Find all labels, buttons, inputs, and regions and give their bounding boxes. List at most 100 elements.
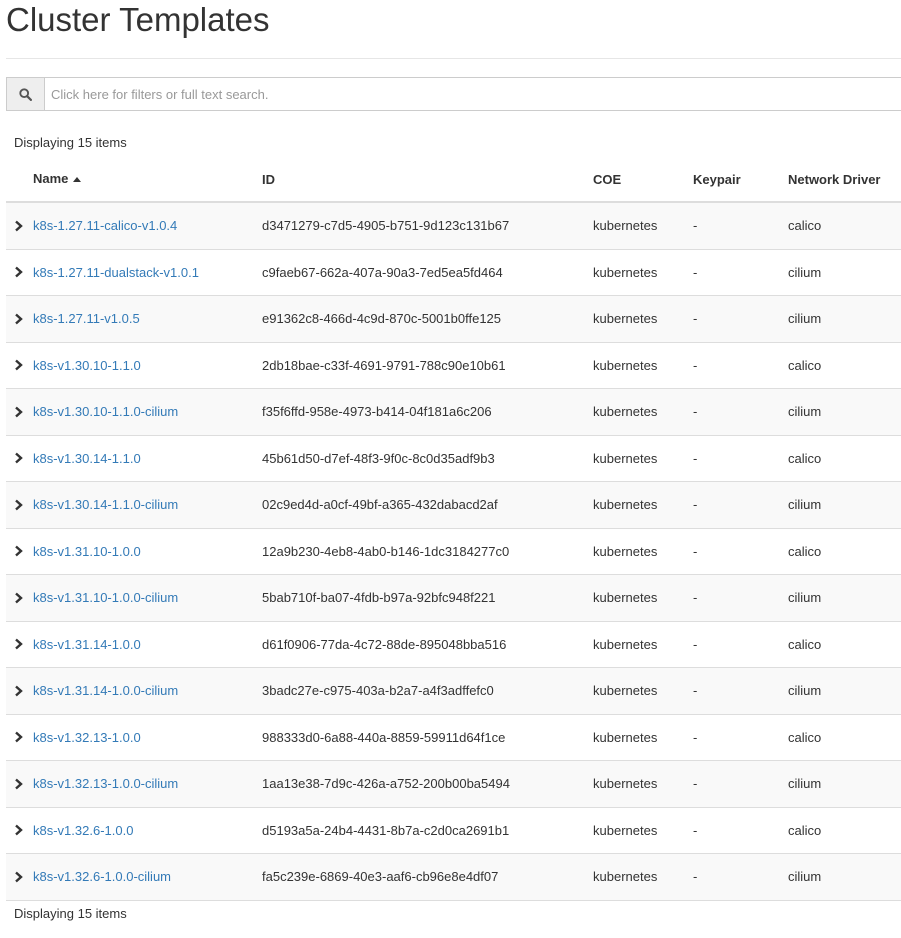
table-row: k8s-v1.32.6-1.0.0 d5193a5a-24b4-4431-8b7a… — [6, 807, 901, 854]
template-name-link[interactable]: k8s-v1.32.13-1.0.0-cilium — [33, 776, 178, 791]
name-cell: k8s-1.27.11-v1.0.5 — [33, 295, 262, 343]
expander-cell — [6, 853, 33, 901]
id-cell: 12a9b230-4eb8-4ab0-b146-1dc3184277c0 — [262, 528, 593, 575]
network-driver-cell: calico — [788, 621, 901, 668]
chevron-right-icon[interactable] — [6, 632, 30, 656]
table-row: k8s-v1.31.10-1.0.0-cilium 5bab710f-ba07-4… — [6, 574, 901, 622]
search-button[interactable] — [7, 78, 45, 110]
chevron-right-icon[interactable] — [6, 539, 30, 563]
id-cell: 45b61d50-d7ef-48f3-9f0c-8c0d35adf9b3 — [262, 435, 593, 482]
expander-cell — [6, 342, 33, 389]
expander-cell — [6, 760, 33, 808]
name-cell: k8s-v1.32.13-1.0.0-cilium — [33, 760, 262, 808]
coe-cell: kubernetes — [593, 202, 693, 250]
table-row: k8s-v1.32.6-1.0.0-cilium fa5c239e-6869-40… — [6, 853, 901, 901]
chevron-right-icon[interactable] — [6, 679, 30, 703]
column-header-coe[interactable]: COE — [593, 157, 693, 203]
template-name-link[interactable]: k8s-v1.30.10-1.1.0 — [33, 358, 141, 373]
column-header-keypair[interactable]: Keypair — [693, 157, 788, 203]
network-driver-cell: cilium — [788, 574, 901, 622]
chevron-right-icon[interactable] — [6, 865, 30, 889]
chevron-right-icon[interactable] — [6, 353, 30, 377]
expander-cell — [6, 621, 33, 668]
column-header-name[interactable]: Name — [33, 157, 262, 203]
expander-cell — [6, 528, 33, 575]
template-name-link[interactable]: k8s-v1.32.6-1.0.0 — [33, 823, 133, 838]
template-name-link[interactable]: k8s-v1.31.14-1.0.0 — [33, 637, 141, 652]
keypair-cell: - — [693, 667, 788, 715]
search-input[interactable] — [45, 78, 901, 110]
name-cell: k8s-v1.32.13-1.0.0 — [33, 714, 262, 761]
name-cell: k8s-v1.31.10-1.0.0 — [33, 528, 262, 575]
name-cell: k8s-v1.31.10-1.0.0-cilium — [33, 574, 262, 622]
table-row: k8s-v1.31.10-1.0.0 12a9b230-4eb8-4ab0-b14… — [6, 528, 901, 575]
template-name-link[interactable]: k8s-v1.32.13-1.0.0 — [33, 730, 141, 745]
network-driver-cell: calico — [788, 435, 901, 482]
table-row: k8s-v1.30.10-1.1.0 2db18bae-c33f-4691-979… — [6, 342, 901, 389]
expander-cell — [6, 574, 33, 622]
column-header-network-driver[interactable]: Network Driver — [788, 157, 901, 203]
table-row: k8s-v1.31.14-1.0.0 d61f0906-77da-4c72-88d… — [6, 621, 901, 668]
template-name-link[interactable]: k8s-v1.30.10-1.1.0-cilium — [33, 404, 178, 419]
chevron-right-icon[interactable] — [6, 725, 30, 749]
expander-cell — [6, 714, 33, 761]
id-cell: 3badc27e-c975-403a-b2a7-a4f3adffefc0 — [262, 667, 593, 715]
template-name-link[interactable]: k8s-1.27.11-dualstack-v1.0.1 — [33, 265, 199, 280]
table-row: k8s-1.27.11-v1.0.5 e91362c8-466d-4c9d-870… — [6, 295, 901, 343]
id-cell: 5bab710f-ba07-4fdb-b97a-92bfc948f221 — [262, 574, 593, 622]
id-cell: d3471279-c7d5-4905-b751-9d123c131b67 — [262, 202, 593, 250]
table-row: k8s-v1.30.14-1.1.0 45b61d50-d7ef-48f3-9f0… — [6, 435, 901, 482]
chevron-right-icon[interactable] — [6, 586, 30, 610]
table-row: k8s-v1.32.13-1.0.0 988333d0-6a88-440a-885… — [6, 714, 901, 761]
chevron-right-icon[interactable] — [6, 772, 30, 796]
keypair-cell: - — [693, 435, 788, 482]
id-cell: fa5c239e-6869-40e3-aaf6-cb96e8e4df07 — [262, 853, 593, 901]
chevron-right-icon[interactable] — [6, 214, 30, 238]
table-row: k8s-v1.30.10-1.1.0-cilium f35f6ffd-958e-4… — [6, 388, 901, 436]
keypair-cell: - — [693, 714, 788, 761]
chevron-right-icon[interactable] — [6, 307, 30, 331]
chevron-right-icon[interactable] — [6, 493, 30, 517]
expander-cell — [6, 202, 33, 250]
coe-cell: kubernetes — [593, 388, 693, 436]
keypair-cell: - — [693, 853, 788, 901]
network-driver-cell: cilium — [788, 760, 901, 808]
table-row: k8s-v1.30.14-1.1.0-cilium 02c9ed4d-a0cf-4… — [6, 481, 901, 529]
expander-cell — [6, 667, 33, 715]
keypair-cell: - — [693, 388, 788, 436]
chevron-right-icon[interactable] — [6, 446, 30, 470]
name-cell: k8s-v1.30.10-1.1.0-cilium — [33, 388, 262, 436]
keypair-cell: - — [693, 574, 788, 622]
template-name-link[interactable]: k8s-1.27.11-v1.0.5 — [33, 311, 140, 326]
coe-cell: kubernetes — [593, 574, 693, 622]
network-driver-cell: calico — [788, 807, 901, 854]
network-driver-cell: cilium — [788, 667, 901, 715]
coe-cell: kubernetes — [593, 807, 693, 854]
network-driver-cell: cilium — [788, 481, 901, 529]
search-icon — [19, 87, 32, 101]
network-driver-cell: cilium — [788, 295, 901, 343]
coe-cell: kubernetes — [593, 528, 693, 575]
expander-cell — [6, 249, 33, 296]
name-cell: k8s-1.27.11-dualstack-v1.0.1 — [33, 249, 262, 296]
template-name-link[interactable]: k8s-v1.31.10-1.0.0-cilium — [33, 590, 178, 605]
chevron-right-icon[interactable] — [6, 260, 30, 284]
coe-cell: kubernetes — [593, 714, 693, 761]
coe-cell: kubernetes — [593, 435, 693, 482]
keypair-cell: - — [693, 621, 788, 668]
template-name-link[interactable]: k8s-v1.31.14-1.0.0-cilium — [33, 683, 178, 698]
chevron-right-icon[interactable] — [6, 818, 30, 842]
expander-cell — [6, 435, 33, 482]
keypair-cell: - — [693, 249, 788, 296]
network-driver-cell: cilium — [788, 853, 901, 901]
cluster-templates-table: Name ID COE Keypair Network Driver k8s-1… — [6, 157, 901, 901]
template-name-link[interactable]: k8s-v1.31.10-1.0.0 — [33, 544, 141, 559]
chevron-right-icon[interactable] — [6, 400, 30, 424]
id-cell: 2db18bae-c33f-4691-9791-788c90e10b61 — [262, 342, 593, 389]
template-name-link[interactable]: k8s-v1.30.14-1.1.0-cilium — [33, 497, 178, 512]
column-header-id[interactable]: ID — [262, 157, 593, 203]
template-name-link[interactable]: k8s-v1.32.6-1.0.0-cilium — [33, 869, 171, 884]
template-name-link[interactable]: k8s-v1.30.14-1.1.0 — [33, 451, 141, 466]
network-driver-cell: calico — [788, 528, 901, 575]
template-name-link[interactable]: k8s-1.27.11-calico-v1.0.4 — [33, 218, 177, 233]
